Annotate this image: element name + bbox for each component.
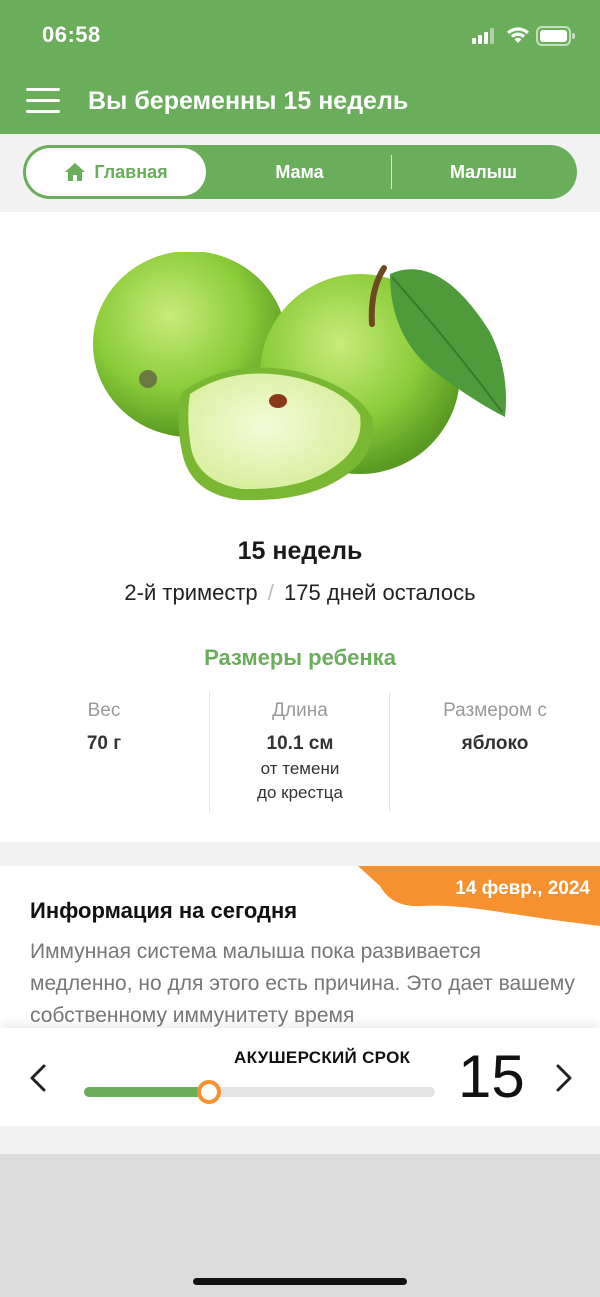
size-as-label: Размером с — [443, 700, 547, 721]
tab-mom-label: Мама — [275, 161, 324, 182]
trimester-line: 2-й триместр / 175 дней осталось — [0, 580, 600, 606]
weeks-heading: 15 недель — [237, 537, 363, 565]
weight-column: Вес 70 г — [14, 700, 194, 755]
size-as-value: яблоко — [461, 733, 529, 754]
size-as-column: Размером с яблоко — [405, 700, 585, 755]
tab-baby-label: Малыш — [449, 161, 518, 182]
tab-mom[interactable]: Мама — [208, 145, 391, 199]
tab-bar-area: Главная Мама Малыш — [0, 134, 600, 212]
days-left-text: 175 дней осталось — [284, 580, 476, 605]
week-slider-fill — [84, 1087, 210, 1097]
trimester-separator: / — [267, 580, 274, 605]
week-selector: АКУШЕРСКИЙ СРОК 15 — [0, 1028, 600, 1126]
battery-icon — [536, 26, 575, 46]
length-label: Длина — [272, 700, 328, 721]
status-time: 06:58 — [42, 22, 101, 47]
page-title: Вы беременны 15 недель — [88, 87, 409, 115]
status-bar: 06:58 — [0, 0, 600, 70]
next-week-chevron-icon[interactable] — [548, 1058, 578, 1098]
previous-week-chevron-icon[interactable] — [24, 1058, 54, 1098]
length-note-1: от темени — [260, 759, 340, 778]
home-icon — [65, 163, 86, 181]
current-week-number: 15 — [458, 1043, 525, 1110]
tab-baby[interactable]: Малыш — [392, 145, 575, 199]
cellular-signal-icon — [472, 28, 494, 44]
home-indicator[interactable] — [193, 1278, 407, 1285]
length-value: 10.1 см — [266, 733, 334, 754]
info-title: Информация на сегодня — [30, 898, 298, 923]
wifi-icon — [507, 27, 529, 43]
length-column: Длина 10.1 см от темени до крестца — [210, 700, 390, 805]
apple-illustration — [93, 252, 506, 501]
spacer — [0, 1126, 600, 1154]
week-slider[interactable] — [84, 1080, 435, 1104]
bottom-area — [0, 1154, 600, 1297]
daily-info-card[interactable]: 14 февр., 2024 Информация на сегодня Имм… — [0, 866, 600, 1036]
app-bar: Вы беременны 15 недель — [0, 70, 600, 134]
term-label: АКУШЕРСКИЙ СРОК — [234, 1048, 411, 1067]
info-text: Иммунная система малыша пока развивается… — [30, 940, 575, 1027]
week-summary-card: 15 недель 2-й триместр / 175 дней остало… — [0, 212, 600, 842]
weight-label: Вес — [87, 700, 121, 721]
info-date: 14 февр., 2024 — [455, 878, 590, 899]
length-note-2: до крестца — [257, 783, 343, 802]
week-slider-thumb[interactable] — [197, 1080, 222, 1104]
tab-bar: Главная Мама Малыш — [23, 145, 577, 199]
trimester-text: 2-й триместр — [124, 580, 258, 605]
weight-value: 70 г — [86, 733, 122, 754]
menu-icon[interactable] — [26, 88, 60, 114]
tab-home[interactable]: Главная — [26, 148, 206, 196]
baby-sizes-title: Размеры ребенка — [204, 645, 396, 670]
column-divider — [389, 692, 390, 812]
tab-home-label: Главная — [94, 161, 168, 182]
